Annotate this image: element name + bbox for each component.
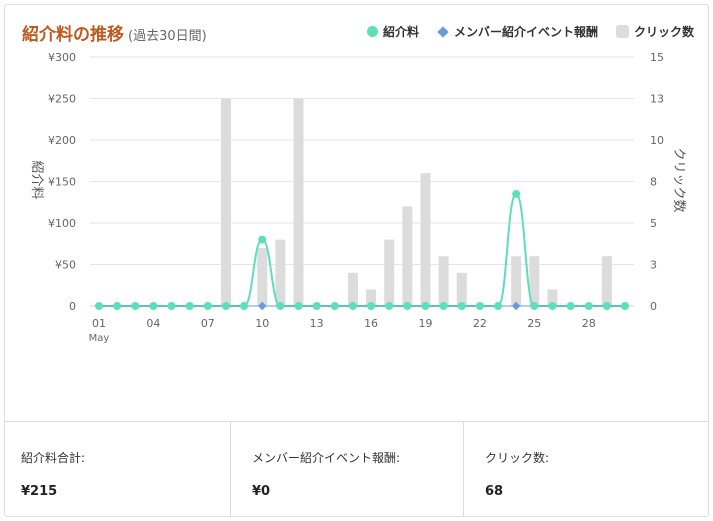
fee-point xyxy=(203,302,212,310)
y-left-tick-label: ¥250 xyxy=(48,93,76,106)
click-bar xyxy=(257,247,268,306)
click-bar xyxy=(402,206,413,306)
fee-point xyxy=(548,302,557,310)
x-tick-label: 01 xyxy=(92,317,106,330)
fee-point xyxy=(95,302,103,310)
summary-stats: 紹介料合計: ¥215 メンバー紹介イベント報酬: ¥0 クリック数: 68 xyxy=(5,421,708,517)
fee-point xyxy=(167,302,176,310)
y-right-axis-title: クリック数 xyxy=(671,147,686,212)
fee-point xyxy=(113,302,122,310)
y-left-tick-label: ¥100 xyxy=(48,217,76,230)
stat-clicks: クリック数: 68 xyxy=(464,422,708,517)
fee-point xyxy=(494,302,503,310)
fee-point xyxy=(294,302,303,310)
fee-point xyxy=(530,302,539,310)
y-left-axis-title: 紹介料 xyxy=(29,160,44,199)
x-tick-label: 19 xyxy=(418,317,432,330)
fee-point xyxy=(439,302,448,310)
fee-point xyxy=(367,302,376,310)
stat-clicks-label: クリック数: xyxy=(485,451,550,465)
y-right-tick-label: 3 xyxy=(650,259,657,272)
fee-point xyxy=(403,302,412,310)
stat-total-fee-value: ¥215 xyxy=(21,484,58,499)
click-bar xyxy=(438,256,449,306)
stat-event-reward-label: メンバー紹介イベント報酬: xyxy=(252,451,401,465)
y-right-tick-label: 15 xyxy=(650,51,664,64)
x-tick-label: 07 xyxy=(201,317,215,330)
fee-point xyxy=(621,302,629,310)
fee-point xyxy=(221,302,230,310)
click-bar xyxy=(601,256,612,306)
stat-total-fee-label: 紹介料合計: xyxy=(21,451,86,465)
y-right-tick-label: 13 xyxy=(650,93,664,106)
stat-total-fee: 紹介料合計: ¥215 xyxy=(5,422,231,517)
fee-point xyxy=(185,302,194,310)
fee-point xyxy=(276,302,285,310)
fee-point xyxy=(385,302,394,310)
click-bar xyxy=(347,272,358,306)
fee-point xyxy=(512,189,521,198)
x-tick-label: 22 xyxy=(473,317,487,330)
x-tick-label: 16 xyxy=(364,317,378,330)
referral-chart: 0 0 ¥50 3 ¥100 5 ¥150 8 ¥200 10 ¥250 13 ¥300 15 紹介料 クリッ… xyxy=(29,51,686,344)
y-left-tick-label: 0 xyxy=(69,300,76,313)
click-bar xyxy=(511,256,522,306)
fee-point xyxy=(475,302,484,310)
x-tick-label: 13 xyxy=(310,317,324,330)
y-right-tick-label: 8 xyxy=(650,176,657,189)
y-left-tick-label: ¥150 xyxy=(48,176,76,189)
click-bar xyxy=(293,98,304,306)
fee-line xyxy=(99,192,625,307)
fee-point xyxy=(131,302,140,310)
fee-point xyxy=(584,302,593,310)
fee-point xyxy=(348,302,357,310)
fee-point xyxy=(457,302,466,310)
click-bar xyxy=(384,239,395,306)
stat-event-reward-value: ¥0 xyxy=(252,484,271,499)
x-tick-label: 04 xyxy=(146,317,160,330)
fee-point xyxy=(258,235,267,244)
fee-point xyxy=(602,302,611,310)
fee-point xyxy=(330,302,339,310)
y-left-tick-label: ¥300 xyxy=(48,51,76,64)
fee-point xyxy=(240,302,249,310)
y-left-tick-label: ¥50 xyxy=(55,259,76,272)
click-bar xyxy=(220,98,231,306)
y-right-tick-label: 10 xyxy=(650,134,664,147)
x-tick-label: 25 xyxy=(527,317,541,330)
stat-event-reward: メンバー紹介イベント報酬: ¥0 xyxy=(231,422,464,517)
x-month-label: May xyxy=(89,333,110,344)
fee-point xyxy=(312,302,321,310)
y-right-tick-label: 0 xyxy=(650,300,657,313)
fee-point xyxy=(149,302,158,310)
click-bar xyxy=(275,239,286,306)
click-bar xyxy=(456,272,467,306)
fee-point xyxy=(421,302,430,310)
click-bar xyxy=(420,173,431,306)
x-tick-label: 28 xyxy=(582,317,596,330)
fee-point xyxy=(566,302,575,310)
y-right-tick-label: 5 xyxy=(650,217,657,230)
stat-clicks-value: 68 xyxy=(485,484,504,499)
y-left-tick-label: ¥200 xyxy=(48,134,76,147)
x-tick-label: 10 xyxy=(255,317,269,330)
